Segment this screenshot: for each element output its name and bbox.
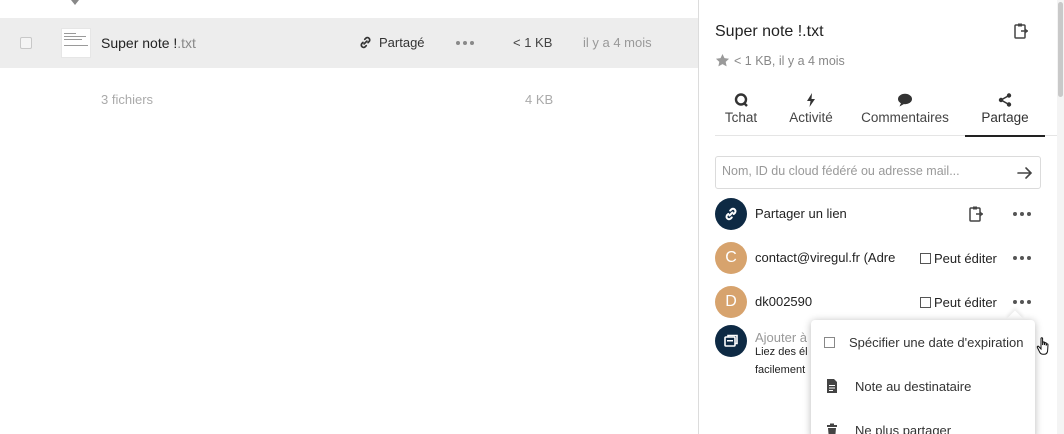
- sidebar-meta-text: < 1 KB, il y a 4 mois: [734, 53, 845, 68]
- file-extension: .txt: [177, 35, 196, 51]
- scrollbar-thumb[interactable]: [1058, 2, 1063, 97]
- bolt-icon: [807, 93, 815, 107]
- trash-icon: [827, 423, 837, 434]
- avatar: D: [715, 286, 747, 318]
- file-size: < 1 KB: [513, 35, 553, 50]
- window-stack-icon: [724, 334, 738, 347]
- chat-icon: [734, 93, 748, 107]
- row-checkbox[interactable]: [20, 37, 32, 49]
- sidebar-scrollbar[interactable]: [1057, 0, 1064, 434]
- file-basename: Super note !: [101, 35, 178, 51]
- tab-label: Activité: [789, 110, 833, 125]
- checkbox-icon[interactable]: [824, 336, 835, 348]
- can-edit-checkbox[interactable]: Peut éditer: [920, 251, 997, 266]
- sharee-menu-icon[interactable]: [1013, 256, 1031, 260]
- checkbox-icon[interactable]: [920, 297, 931, 308]
- link-share-menu-icon[interactable]: [1013, 212, 1031, 216]
- tab-label: Partage: [981, 110, 1029, 125]
- share-icon: [998, 93, 1012, 107]
- share-options-popover: Spécifier une date d'expiration Note au …: [811, 320, 1035, 434]
- file-actions-menu-icon[interactable]: [456, 41, 474, 45]
- menu-item-label: Spécifier une date d'expiration: [849, 334, 1024, 350]
- link-avatar: [715, 198, 747, 230]
- menu-item-label: Ne plus partager: [855, 422, 952, 434]
- sidebar-tabs: Tchat Activité Commentaires Partage: [715, 92, 1057, 137]
- menu-item-note-recipient[interactable]: Note au destinataire: [811, 366, 1035, 406]
- sidebar-meta: < 1 KB, il y a 4 mois: [715, 53, 845, 68]
- add-to-project-link[interactable]: Ajouter à: [755, 330, 807, 345]
- sort-caret-icon[interactable]: [71, 0, 79, 5]
- menu-item-unshare[interactable]: Ne plus partager: [811, 410, 1035, 434]
- clipboard-icon[interactable]: [1012, 22, 1030, 40]
- share-search-field[interactable]: [715, 156, 1041, 189]
- file-row[interactable]: Super note !.txt Partagé < 1 KB il y a 4…: [0, 18, 698, 68]
- sharee-menu-icon[interactable]: [1013, 300, 1031, 304]
- shared-status-button[interactable]: Partagé: [358, 35, 425, 50]
- checkbox-icon[interactable]: [920, 253, 931, 264]
- project-avatar: [715, 325, 747, 357]
- comment-icon: [898, 93, 912, 107]
- link-share-row: Partager un lien: [715, 198, 1045, 232]
- can-edit-label: Peut éditer: [934, 251, 997, 266]
- tab-partage[interactable]: Partage: [965, 92, 1045, 137]
- project-description: Liez des él: [755, 346, 808, 358]
- shared-status-label: Partagé: [379, 35, 425, 50]
- tab-commentaires[interactable]: Commentaires: [861, 92, 949, 136]
- arrow-right-icon[interactable]: [1016, 164, 1034, 182]
- menu-item-expiration-date[interactable]: Spécifier une date d'expiration: [811, 322, 1035, 362]
- clipboard-icon[interactable]: [967, 205, 985, 223]
- tab-tchat[interactable]: Tchat: [715, 92, 767, 136]
- hand-cursor-icon: [1036, 337, 1049, 355]
- project-description-cont: facilement: [755, 364, 806, 376]
- link-share-label[interactable]: Partager un lien: [755, 206, 915, 221]
- avatar: C: [715, 242, 747, 274]
- file-modified-date: il y a 4 mois: [583, 35, 652, 50]
- sharee-name: dk002590: [755, 294, 813, 309]
- sharee-row: D dk002590 Peut éditer: [715, 286, 1045, 320]
- tab-label: Tchat: [724, 110, 758, 125]
- sharee-row: C contact@viregul.fr (Adre Peut éditer: [715, 242, 1045, 276]
- menu-item-label: Note au destinataire: [855, 378, 972, 394]
- tab-label: Commentaires: [861, 110, 949, 125]
- link-icon: [360, 36, 371, 49]
- summary-total-size: 4 KB: [525, 92, 554, 107]
- sidebar-title: Super note !.txt: [715, 23, 824, 40]
- note-icon: [827, 379, 837, 393]
- file-list: Super note !.txt Partagé < 1 KB il y a 4…: [0, 0, 698, 434]
- app-window: Super note !.txt Partagé < 1 KB il y a 4…: [0, 0, 1064, 434]
- link-icon: [725, 207, 737, 221]
- share-search-input[interactable]: [722, 164, 1012, 178]
- can-edit-checkbox[interactable]: Peut éditer: [920, 295, 997, 310]
- summary-file-count: 3 fichiers: [101, 92, 154, 107]
- sharee-name: contact@viregul.fr (Adre: [755, 250, 896, 265]
- can-edit-label: Peut éditer: [934, 295, 997, 310]
- star-icon[interactable]: [715, 53, 730, 68]
- file-thumbnail[interactable]: [61, 28, 91, 58]
- tab-activite[interactable]: Activité: [783, 92, 839, 136]
- file-name[interactable]: Super note !.txt: [101, 35, 196, 51]
